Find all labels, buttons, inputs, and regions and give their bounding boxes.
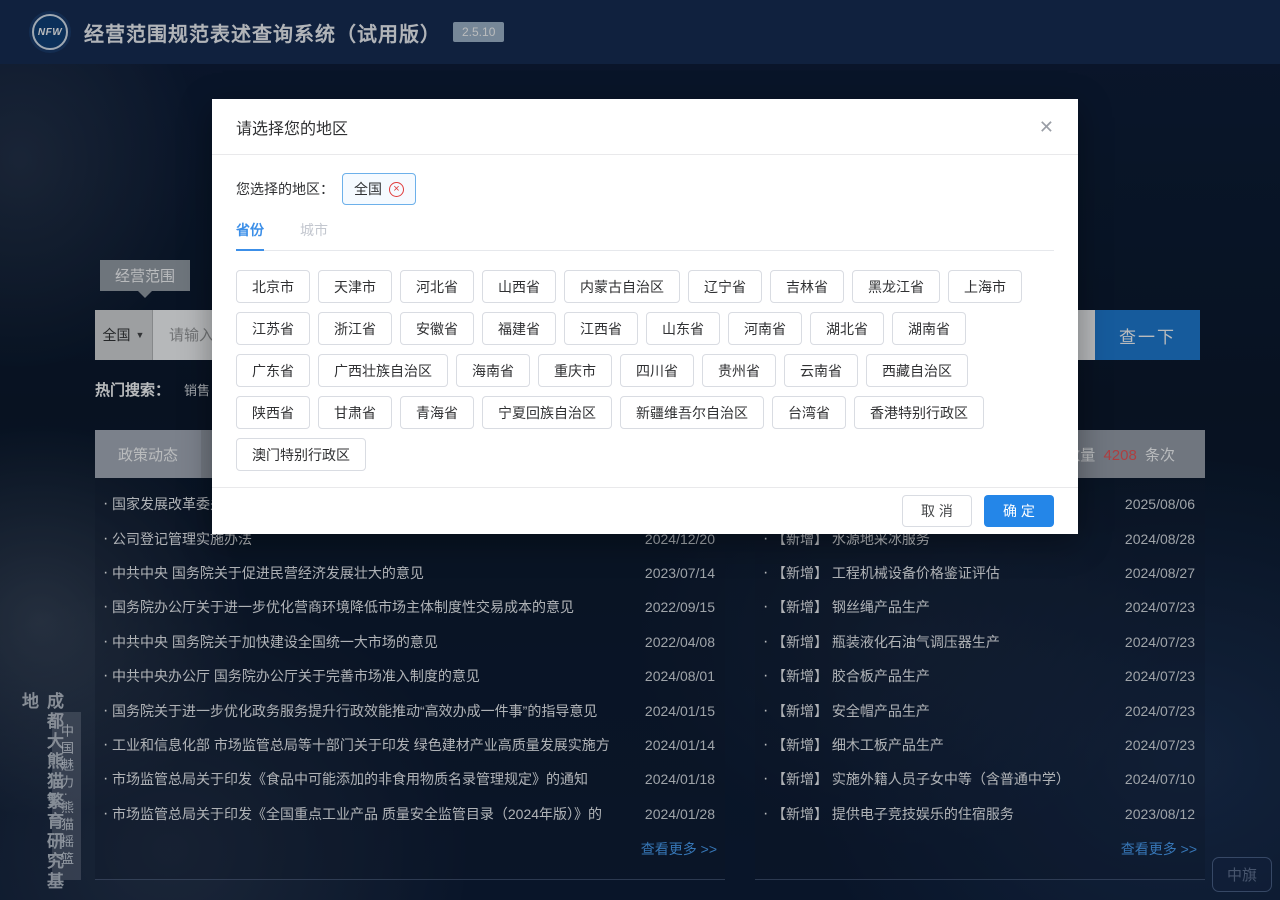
- province-button[interactable]: 海南省: [456, 354, 530, 387]
- province-grid: 北京市 天津市 河北省 山西省 内蒙古自治区 辽宁省 吉林省 黑龙江省 上海市: [236, 270, 1038, 471]
- province-button[interactable]: 山西省: [482, 270, 556, 303]
- province-button[interactable]: 广东省: [236, 354, 310, 387]
- province-button[interactable]: 新疆维吾尔自治区: [620, 396, 764, 429]
- remove-region-icon[interactable]: ×: [389, 182, 404, 197]
- province-button[interactable]: 香港特别行政区: [854, 396, 984, 429]
- province-button[interactable]: 河南省: [728, 312, 802, 345]
- province-button[interactable]: 广西壮族自治区: [318, 354, 448, 387]
- tab-province[interactable]: 省份: [236, 220, 264, 251]
- close-icon[interactable]: ✕: [1039, 118, 1054, 136]
- province-button[interactable]: 天津市: [318, 270, 392, 303]
- province-button[interactable]: 辽宁省: [688, 270, 762, 303]
- confirm-button[interactable]: 确 定: [984, 495, 1054, 527]
- modal-body: 您选择的地区： 全国 × 省份 城市 北京市 天津市 河北省 山西省: [212, 155, 1078, 471]
- province-button[interactable]: 宁夏回族自治区: [482, 396, 612, 429]
- province-button[interactable]: 澳门特别行政区: [236, 438, 366, 471]
- province-button[interactable]: 重庆市: [538, 354, 612, 387]
- modal-footer: 取 消 确 定: [212, 487, 1078, 534]
- province-button[interactable]: 台湾省: [772, 396, 846, 429]
- province-button[interactable]: 吉林省: [770, 270, 844, 303]
- province-button[interactable]: 黑龙江省: [852, 270, 940, 303]
- province-button[interactable]: 陕西省: [236, 396, 310, 429]
- province-button[interactable]: 内蒙古自治区: [564, 270, 680, 303]
- province-button[interactable]: 浙江省: [318, 312, 392, 345]
- province-button[interactable]: 山东省: [646, 312, 720, 345]
- modal-title: 请选择您的地区: [236, 115, 348, 139]
- tab-city[interactable]: 城市: [300, 220, 328, 250]
- selected-region-chip-text: 全国: [354, 179, 382, 199]
- selected-region-label: 您选择的地区：: [236, 179, 334, 199]
- screen: NFW 经营范围规范表述查询系统（试用版） 2.5.10 经营范围 结 全国 ▼…: [0, 0, 1280, 900]
- cancel-button[interactable]: 取 消: [902, 495, 972, 527]
- province-button[interactable]: 上海市: [948, 270, 1022, 303]
- province-button[interactable]: 安徽省: [400, 312, 474, 345]
- province-button[interactable]: 湖北省: [810, 312, 884, 345]
- province-button[interactable]: 河北省: [400, 270, 474, 303]
- province-button[interactable]: 北京市: [236, 270, 310, 303]
- region-picker-modal: 请选择您的地区 ✕ 您选择的地区： 全国 × 省份 城市 北京市 天津市: [212, 99, 1078, 534]
- province-button[interactable]: 云南省: [784, 354, 858, 387]
- region-type-tabs: 省份 城市: [236, 220, 1054, 251]
- province-button[interactable]: 江西省: [564, 312, 638, 345]
- province-button[interactable]: 贵州省: [702, 354, 776, 387]
- province-button[interactable]: 西藏自治区: [866, 354, 968, 387]
- selected-region-chip[interactable]: 全国 ×: [342, 173, 416, 205]
- selected-region-row: 您选择的地区： 全国 ×: [236, 173, 1054, 205]
- modal-header: 请选择您的地区 ✕: [212, 99, 1078, 155]
- province-button[interactable]: 湖南省: [892, 312, 966, 345]
- province-button[interactable]: 江苏省: [236, 312, 310, 345]
- province-button[interactable]: 四川省: [620, 354, 694, 387]
- province-button[interactable]: 福建省: [482, 312, 556, 345]
- province-button[interactable]: 青海省: [400, 396, 474, 429]
- province-button[interactable]: 甘肃省: [318, 396, 392, 429]
